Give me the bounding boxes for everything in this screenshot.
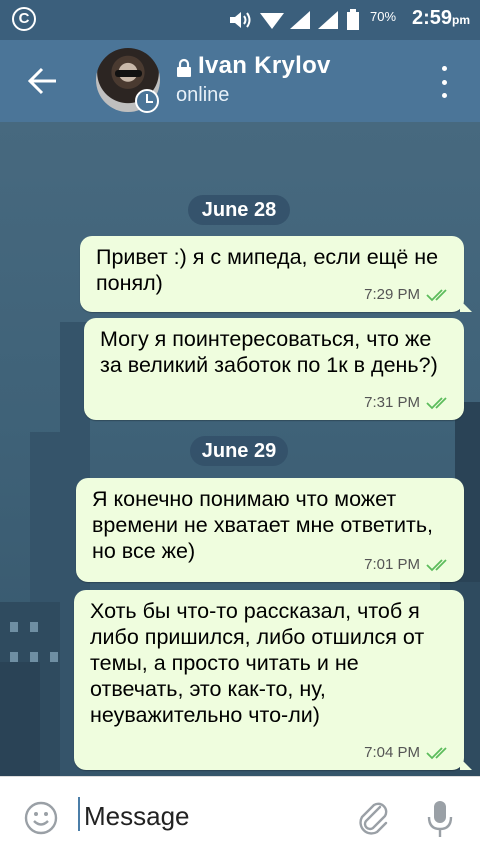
message-bubble[interactable]: Могу я поинтересоваться, что же за велик…: [84, 318, 464, 420]
circled-c-icon: C: [12, 7, 36, 31]
date-separator: June 28: [188, 195, 290, 225]
message-meta: 7:29 PM: [364, 282, 452, 308]
chat-header: Ivan Krylov online: [0, 40, 480, 122]
signal-icon: [290, 11, 310, 29]
emoji-icon[interactable]: [24, 801, 58, 835]
message-input-bar: [0, 776, 480, 855]
message-time: 7:29 PM: [364, 286, 420, 303]
message-time: 7:04 PM: [364, 744, 420, 761]
clock-ampm: pm: [452, 13, 471, 27]
message-text: Могу я поинтересоваться, что же за велик…: [100, 327, 438, 377]
status-clock: 2:59pm: [412, 7, 470, 30]
message-input[interactable]: [80, 799, 348, 833]
back-arrow-icon[interactable]: [26, 64, 60, 98]
message-time: 7:01 PM: [364, 556, 420, 573]
message-bubble[interactable]: Хоть бы что-то рассказал, чтоб я либо пр…: [74, 590, 472, 770]
message-bubble[interactable]: Я конечно понимаю что может времени не х…: [76, 478, 464, 582]
more-menu-icon[interactable]: [434, 64, 454, 100]
message-meta: 7:04 PM: [364, 740, 452, 766]
date-separator: June 29: [190, 436, 288, 466]
background-building: [0, 662, 40, 776]
message-text: Хоть бы что-то рассказал, чтоб я либо пр…: [90, 599, 425, 727]
double-check-icon: [426, 747, 447, 760]
clock-time: 2:59: [412, 7, 453, 29]
double-check-icon: [426, 397, 447, 410]
message-bubble[interactable]: Привет :) я с мипеда, если ещё не понял)…: [80, 236, 472, 312]
message-time: 7:31 PM: [364, 394, 420, 411]
volume-icon: [230, 12, 251, 28]
double-check-icon: [426, 289, 447, 302]
signal-icon-2: [318, 11, 338, 29]
contact-name[interactable]: Ivan Krylov: [198, 52, 331, 80]
message-meta: 7:01 PM: [364, 552, 452, 578]
contact-status: online: [176, 84, 230, 106]
chat-area: June 28 Привет :) я с мипеда, если ещё н…: [0, 122, 480, 776]
clock-icon: [135, 89, 159, 113]
status-icons: [228, 9, 360, 31]
double-check-icon: [426, 559, 447, 572]
wifi-icon: [260, 13, 284, 29]
battery-percent: 70%: [370, 9, 397, 24]
message-meta: 7:31 PM: [364, 390, 452, 416]
microphone-icon[interactable]: [426, 799, 454, 839]
attach-icon[interactable]: [356, 799, 390, 837]
status-bar: C 70% 2:59pm: [0, 0, 480, 40]
lock-icon: [177, 58, 191, 77]
battery-icon: [347, 9, 359, 30]
